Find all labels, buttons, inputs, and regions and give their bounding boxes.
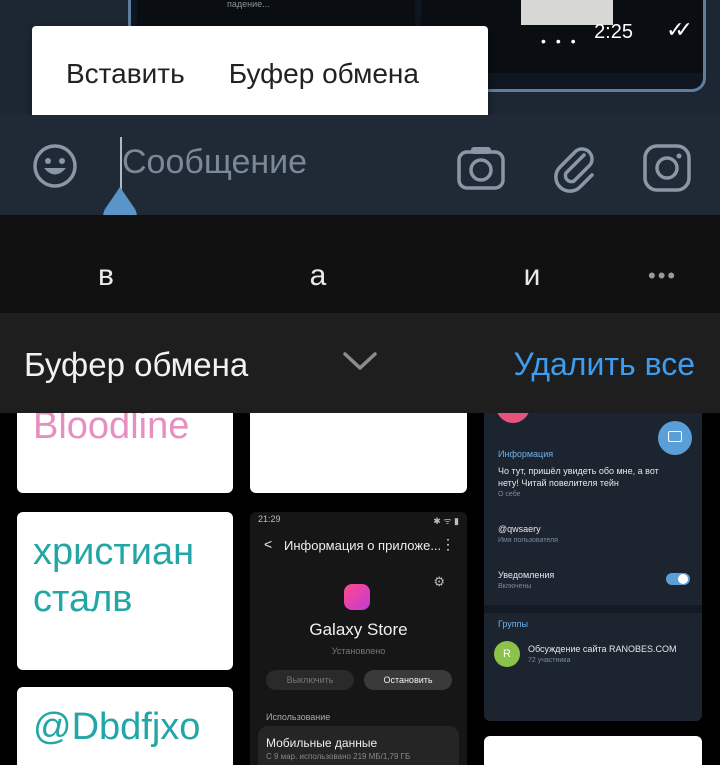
- read-check-icon: ✓✓: [666, 17, 693, 42]
- instagram-icon[interactable]: [642, 143, 692, 193]
- status-time: 21:29: [258, 514, 281, 524]
- gear-icon: ⚙: [433, 574, 445, 589]
- paste-menu-item[interactable]: Вставить: [44, 58, 207, 90]
- toggle-knob: [678, 574, 688, 584]
- notifications-label: Уведомления: [498, 570, 555, 580]
- mobile-data-label: Мобильные данные: [266, 736, 378, 750]
- galaxy-store-icon: [344, 584, 370, 610]
- group-avatar: R: [494, 641, 520, 667]
- section-divider: [484, 605, 702, 613]
- suggestion-item[interactable]: и: [524, 259, 541, 293]
- clipboard-text: Bloodline: [33, 413, 190, 447]
- clipboard-grid: Bloodline христиан сталв @Dbdfjxo 21:29 …: [0, 413, 720, 765]
- clipboard-blank-card[interactable]: [250, 413, 467, 493]
- avatar: [496, 413, 530, 423]
- group-name: Обсуждение сайта RANOBES.COM: [528, 644, 677, 654]
- emoji-icon[interactable]: [32, 143, 78, 189]
- suggestion-item[interactable]: а: [310, 259, 327, 293]
- install-status: Установлено: [331, 646, 386, 656]
- clipboard-text: христиан сталв: [33, 531, 195, 620]
- kebab-icon: ⋮: [441, 536, 455, 552]
- thumbnail-caption: падение...: [227, 0, 270, 9]
- clipboard-text: @Dbdfjxo: [33, 706, 201, 748]
- usage-section-label: Использование: [266, 712, 331, 722]
- clipboard-screenshot-card[interactable]: Информация Чо тут, пришёл увидеть обо мн…: [484, 413, 702, 721]
- notifications-sub: Включены: [498, 583, 532, 590]
- screen-title: Информация о приложе...: [284, 538, 442, 553]
- clipboard-text-card[interactable]: @Dbdfjxo: [17, 687, 233, 765]
- chevron-down-icon[interactable]: [342, 349, 378, 373]
- thumbnail-dots: •••: [541, 33, 586, 49]
- app-name: Galaxy Store: [309, 620, 408, 639]
- info-label: Информация: [498, 449, 554, 459]
- clipboard-text-card[interactable]: христиан сталв: [17, 512, 233, 670]
- suggestion-item[interactable]: в: [98, 259, 114, 293]
- clipboard-screenshot-card[interactable]: 21:29 ✱ ᯤ ▮ < Информация о приложе... ⋮ …: [250, 512, 467, 765]
- username-sub: Имя пользователя: [498, 537, 558, 544]
- message-input-bar: Сообщение: [0, 115, 720, 234]
- clipboard-menu-item[interactable]: Буфер обмена: [207, 58, 441, 90]
- attach-icon[interactable]: [552, 143, 598, 193]
- group-members: 72 участника: [528, 657, 571, 664]
- message-input[interactable]: Сообщение: [122, 143, 307, 182]
- keyboard-suggestion-bar: в а и •••: [0, 215, 720, 313]
- clipboard-text-card[interactable]: Bloodline: [17, 413, 233, 493]
- clipboard-blank-card[interactable]: [484, 736, 702, 765]
- status-icons: ✱ ᯤ ▮: [433, 516, 459, 526]
- more-options-icon[interactable]: •••: [648, 263, 677, 289]
- delete-all-button[interactable]: Удалить все: [514, 346, 696, 383]
- mobile-data-value: С 9 мар. использовано 219 МБ/1,79 ГБ: [266, 752, 411, 761]
- message-icon: [668, 431, 682, 442]
- clipboard-title: Буфер обмена: [24, 346, 249, 383]
- text-context-menu: Вставить Буфер обмена: [32, 26, 488, 122]
- clipboard-header: Буфер обмена Удалить все: [0, 313, 720, 413]
- message-time: 2:25: [594, 21, 633, 43]
- disable-button: Выключить: [266, 670, 354, 690]
- back-icon: <: [264, 536, 273, 552]
- bio-text: Чо тут, пришёл увидеть обо мне, а вот не…: [498, 466, 659, 488]
- stop-button: Остановить: [364, 670, 452, 690]
- username-text: @qwsaery: [498, 524, 541, 534]
- bio-sub: О себе: [498, 491, 521, 498]
- groups-label: Группы: [498, 619, 528, 629]
- camera-icon[interactable]: [456, 143, 506, 193]
